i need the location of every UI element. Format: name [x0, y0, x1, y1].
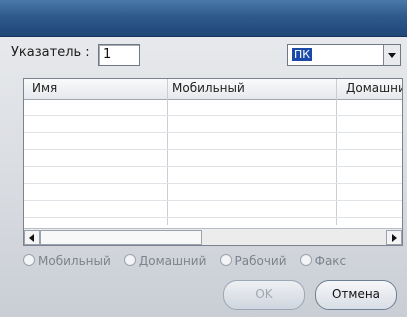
ok-button[interactable]: OK — [223, 280, 305, 310]
contacts-table[interactable]: Имя Мобильный Домашний — [23, 78, 403, 246]
scroll-left-icon[interactable] — [24, 230, 40, 245]
column-separator[interactable] — [167, 79, 168, 225]
title-bar — [0, 0, 407, 37]
radio-fax[interactable]: Факс — [299, 254, 347, 268]
horizontal-scrollbar[interactable] — [24, 228, 402, 245]
radio-home[interactable]: Домашний — [123, 254, 207, 268]
radio-work[interactable]: Рабочий — [219, 254, 287, 268]
index-field[interactable]: 1 — [98, 44, 140, 66]
type-combo-value: ПК — [292, 48, 313, 61]
scroll-right-icon[interactable] — [386, 230, 402, 245]
radio-circle-icon — [123, 254, 136, 266]
radio-label: Факс — [314, 254, 347, 268]
radio-label: Мобильный — [38, 254, 111, 268]
table-row[interactable] — [24, 183, 402, 184]
radio-circle-icon — [219, 254, 232, 266]
scroll-thumb[interactable] — [40, 230, 202, 245]
table-row[interactable] — [24, 115, 402, 116]
phone-type-radios: Мобильный Домашний Рабочий Факс — [23, 250, 354, 268]
chevron-down-icon[interactable] — [383, 45, 400, 65]
column-separator[interactable] — [336, 79, 337, 225]
radio-label: Рабочий — [234, 254, 287, 268]
table-row[interactable] — [24, 217, 402, 218]
table-row[interactable] — [24, 200, 402, 201]
radio-label: Домашний — [138, 254, 207, 268]
column-header-mobile[interactable]: Мобильный — [172, 81, 245, 95]
radio-mobile[interactable]: Мобильный — [23, 254, 111, 268]
radio-circle-icon — [23, 254, 35, 266]
radio-circle-icon — [299, 254, 312, 266]
table-header: Имя Мобильный Домашний — [24, 79, 402, 100]
column-header-home[interactable]: Домашний — [346, 81, 402, 95]
index-label: Указатель : — [11, 45, 90, 60]
type-combo[interactable]: ПК — [287, 44, 401, 66]
cancel-button[interactable]: Отмена — [315, 280, 397, 310]
column-header-name[interactable]: Имя — [32, 81, 57, 95]
table-row[interactable] — [24, 166, 402, 167]
table-row[interactable] — [24, 132, 402, 133]
table-row[interactable] — [24, 149, 402, 150]
index-value: 1 — [103, 47, 112, 62]
contacts-dialog: Указатель : 1 ПК Имя Мобильный Домашний … — [0, 0, 407, 317]
